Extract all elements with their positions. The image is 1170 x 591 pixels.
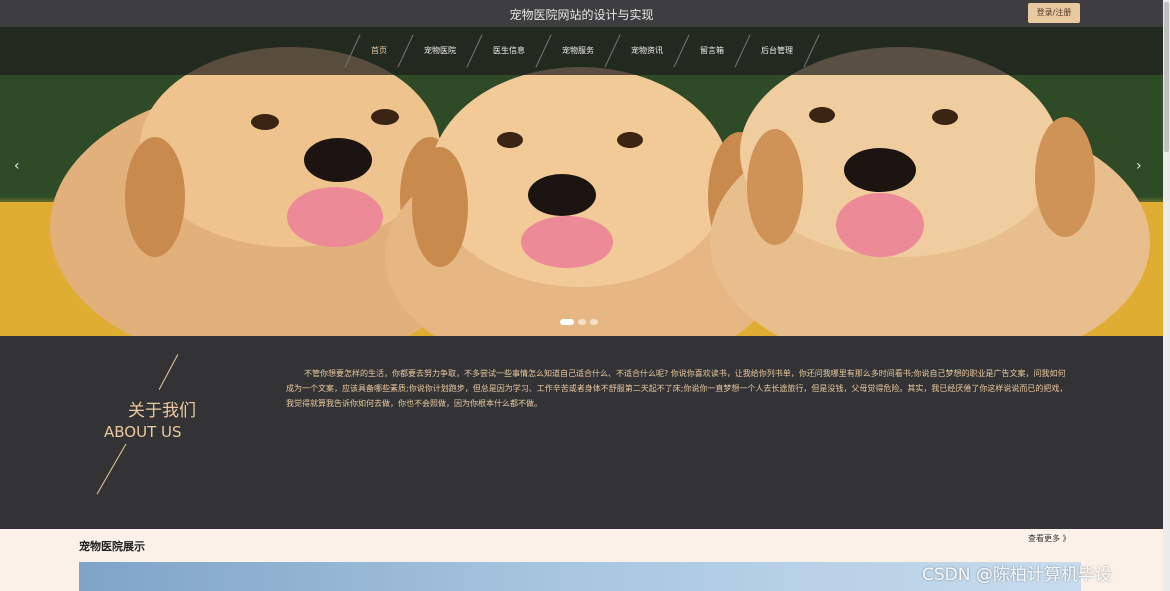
carousel-indicators	[560, 319, 598, 325]
carousel-next-icon[interactable]: ›	[1136, 158, 1142, 174]
nav-item-4[interactable]: 宠物资讯	[613, 27, 681, 75]
carousel-dot-2[interactable]	[590, 319, 598, 325]
carousel-dot-0[interactable]	[560, 319, 574, 325]
nav-item-1[interactable]: 宠物医院	[406, 27, 474, 75]
nav-item-2[interactable]: 医生信息	[475, 27, 543, 75]
nav-item-6[interactable]: 后台管理	[743, 27, 811, 75]
scrollbar-thumb[interactable]	[1164, 2, 1169, 152]
decor-line-bottom	[96, 443, 127, 495]
about-title-zh: 关于我们	[128, 401, 196, 421]
nav-item-0[interactable]: 首页	[353, 27, 405, 75]
login-register-button[interactable]: 登录/注册	[1028, 3, 1080, 23]
nav-item-3[interactable]: 宠物服务	[544, 27, 612, 75]
carousel-prev-icon[interactable]: ‹	[14, 158, 20, 174]
carousel-dot-1[interactable]	[578, 319, 586, 325]
showcase-title: 宠物医院展示	[79, 540, 145, 553]
csdn-watermark: CSDN @陈柏计算机毕设	[922, 565, 1112, 585]
about-text: 不管你想要怎样的生活，你都要去努力争取，不多尝试一些事情怎么知道自己适合什么、不…	[286, 369, 1068, 408]
about-title-en: ABOUT US	[104, 423, 182, 441]
nav-item-5[interactable]: 留言箱	[682, 27, 742, 75]
main-nav: 首页 宠物医院 医生信息 宠物服务 宠物资讯 留言箱 后台管理	[0, 27, 1163, 75]
view-more-link[interactable]: 查看更多 》	[1028, 533, 1071, 544]
hero-carousel: 首页 宠物医院 医生信息 宠物服务 宠物资讯 留言箱 后台管理 ‹ ›	[0, 27, 1163, 336]
site-title: 宠物医院网站的设计与实现	[509, 8, 654, 22]
decor-line-top	[158, 354, 179, 390]
about-section: 关于我们 ABOUT US 不管你想要怎样的生活，你都要去努力争取，不多尝试一些…	[0, 336, 1163, 529]
page-scrollbar[interactable]	[1163, 0, 1170, 591]
top-bar: 宠物医院网站的设计与实现 登录/注册	[0, 0, 1163, 27]
nav-list: 首页 宠物医院 医生信息 宠物服务 宠物资讯 留言箱 后台管理	[344, 27, 820, 75]
